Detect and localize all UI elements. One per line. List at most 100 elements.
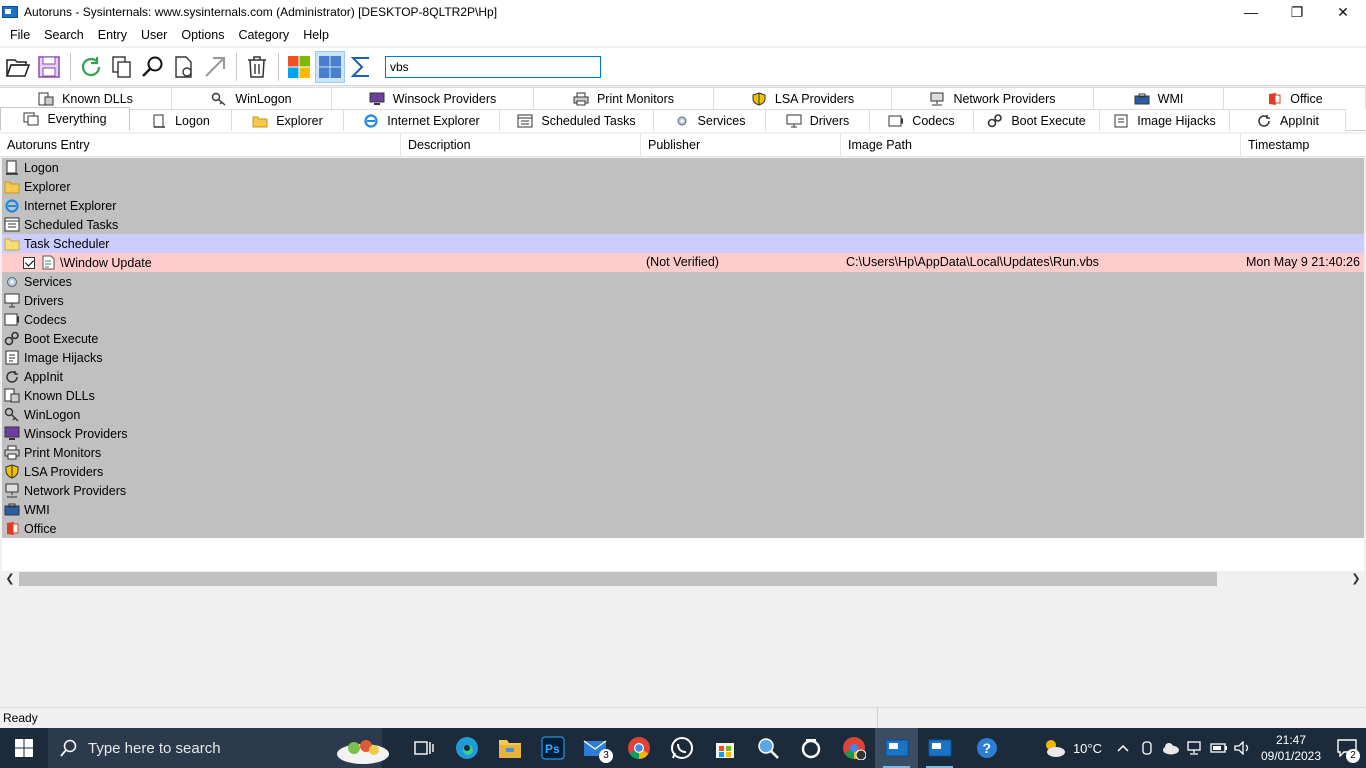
tab-scheduled-tasks[interactable]: Scheduled Tasks <box>500 109 654 131</box>
menu-file[interactable]: File <box>3 25 37 45</box>
chrome-icon[interactable] <box>617 728 660 768</box>
menu-search[interactable]: Search <box>37 25 91 45</box>
category-row-image-hijacks[interactable]: Image Hijacks <box>2 348 1364 367</box>
category-row-known-dlls[interactable]: Known DLLs <box>2 386 1364 405</box>
jump-icon[interactable] <box>200 51 230 83</box>
tab-boot-execute[interactable]: Boot Execute <box>974 109 1100 131</box>
network-icon <box>5 483 19 498</box>
network-icon[interactable] <box>1186 741 1204 755</box>
menu-options[interactable]: Options <box>174 25 231 45</box>
chrome-profile-icon[interactable] <box>832 728 875 768</box>
tab-services[interactable]: Services <box>654 109 766 131</box>
scroll-left-arrow-icon[interactable]: ❮ <box>2 571 18 587</box>
photoshop-icon[interactable]: Ps <box>531 728 574 768</box>
entry-enabled-checkbox[interactable] <box>23 256 35 269</box>
category-row-winsock-providers[interactable]: Winsock Providers <box>2 424 1364 443</box>
magnifier-app-icon[interactable] <box>746 728 789 768</box>
clock[interactable]: 21:47 09/01/2023 <box>1254 732 1328 764</box>
category-row-boot-execute[interactable]: Boot Execute <box>2 329 1364 348</box>
taskbar-search[interactable]: Type here to search <box>48 728 389 768</box>
autoruns-app-icon <box>2 6 18 18</box>
tab-print-monitors[interactable]: Print Monitors <box>534 87 714 109</box>
tab-drivers[interactable]: Drivers <box>766 109 870 131</box>
category-row-appinit[interactable]: AppInit <box>2 367 1364 386</box>
category-row-task-scheduler[interactable]: Task Scheduler <box>2 234 1364 253</box>
hide-microsoft-icon[interactable] <box>315 50 345 83</box>
menu-entry[interactable]: Entry <box>91 25 134 45</box>
open-icon[interactable] <box>3 51 33 83</box>
close-button[interactable]: ✕ <box>1320 0 1366 24</box>
tab-appinit[interactable]: AppInit <box>1230 109 1346 131</box>
filter-input[interactable] <box>385 55 601 78</box>
onedrive-cloud-icon[interactable] <box>1162 741 1180 755</box>
store-icon[interactable] <box>703 728 746 768</box>
notifications-button[interactable]: 2 <box>1328 728 1366 768</box>
minimize-button[interactable]: — <box>1228 0 1274 24</box>
file-explorer-icon[interactable] <box>488 728 531 768</box>
column-timestamp[interactable]: Timestamp <box>1241 134 1366 157</box>
column-autoruns-entry[interactable]: Autoruns Entry <box>0 134 401 157</box>
refresh-icon[interactable] <box>76 51 106 83</box>
entry-publisher: (Not Verified) <box>646 255 719 269</box>
category-row-office[interactable]: Office <box>2 519 1364 538</box>
windows-entries-icon[interactable] <box>284 51 314 83</box>
tab-lsa-providers[interactable]: LSA Providers <box>714 87 892 109</box>
meet-now-icon[interactable] <box>1140 740 1154 756</box>
whatsapp-icon[interactable] <box>660 728 703 768</box>
tab-winsock-providers[interactable]: Winsock Providers <box>332 87 534 109</box>
tab-internet-explorer[interactable]: Internet Explorer <box>344 109 500 131</box>
column-description[interactable]: Description <box>401 134 641 157</box>
restore-button[interactable]: ❐ <box>1274 0 1320 24</box>
category-row-wmi[interactable]: WMI <box>2 500 1364 519</box>
properties-icon[interactable] <box>169 51 199 83</box>
find-icon[interactable] <box>138 51 168 83</box>
tab-codecs[interactable]: Codecs <box>870 109 974 131</box>
category-row-winlogon[interactable]: WinLogon <box>2 405 1364 424</box>
delete-icon[interactable] <box>242 51 272 83</box>
task-view-icon[interactable] <box>402 728 445 768</box>
edge-icon[interactable] <box>445 728 488 768</box>
category-row-network-providers[interactable]: Network Providers <box>2 481 1364 500</box>
autoruns-second-window-icon[interactable] <box>918 728 961 768</box>
category-row-logon[interactable]: Logon <box>2 158 1364 177</box>
volume-icon[interactable] <box>1234 741 1252 755</box>
category-row-scheduled-tasks[interactable]: Scheduled Tasks <box>2 215 1364 234</box>
menu-category[interactable]: Category <box>231 25 296 45</box>
tab-wmi[interactable]: WMI <box>1094 87 1224 109</box>
help-icon[interactable]: ? <box>965 728 1008 768</box>
category-row-services[interactable]: Services <box>2 272 1364 291</box>
scrollbar-thumb[interactable] <box>19 572 1217 586</box>
category-row-drivers[interactable]: Drivers <box>2 291 1364 310</box>
mail-icon[interactable]: 3 <box>574 728 617 768</box>
tab-winlogon[interactable]: WinLogon <box>172 87 332 109</box>
scroll-right-arrow-icon[interactable]: ❯ <box>1348 571 1364 587</box>
tab-logon[interactable]: Logon <box>130 109 232 131</box>
cortana-ring-icon[interactable] <box>789 728 832 768</box>
tab-known-dlls[interactable]: Known DLLs <box>0 87 172 109</box>
menu-user[interactable]: User <box>134 25 174 45</box>
tab-everything[interactable]: Everything <box>0 107 130 131</box>
start-button[interactable] <box>0 728 48 768</box>
copy-icon[interactable] <box>107 51 137 83</box>
tab-image-hijacks[interactable]: Image Hijacks <box>1100 109 1230 131</box>
category-row-internet-explorer[interactable]: Internet Explorer <box>2 196 1364 215</box>
autoruns-taskbar-icon[interactable] <box>875 728 918 768</box>
menu-help[interactable]: Help <box>296 25 336 45</box>
column-image-path[interactable]: Image Path <box>841 134 1241 157</box>
sigma-icon[interactable] <box>346 51 376 83</box>
chevron-up-icon[interactable] <box>1116 741 1130 755</box>
toolbar-separator <box>236 52 237 81</box>
column-publisher[interactable]: Publisher <box>641 134 841 157</box>
battery-icon[interactable] <box>1210 742 1228 754</box>
category-row-codecs[interactable]: Codecs <box>2 310 1364 329</box>
tab-network-providers[interactable]: Network Providers <box>892 87 1094 109</box>
category-row-explorer[interactable]: Explorer <box>2 177 1364 196</box>
weather-icon[interactable] <box>1041 737 1067 759</box>
save-icon[interactable] <box>34 51 64 83</box>
tab-office[interactable]: Office <box>1224 87 1366 109</box>
horizontal-scrollbar[interactable]: ❮ ❯ <box>2 571 1364 587</box>
tab-explorer[interactable]: Explorer <box>232 109 344 131</box>
category-row-print-monitors[interactable]: Print Monitors <box>2 443 1364 462</box>
entry-row-window-update[interactable]: \Window Update (Not Verified) C:\Users\H… <box>2 253 1364 272</box>
category-row-lsa-providers[interactable]: LSA Providers <box>2 462 1364 481</box>
